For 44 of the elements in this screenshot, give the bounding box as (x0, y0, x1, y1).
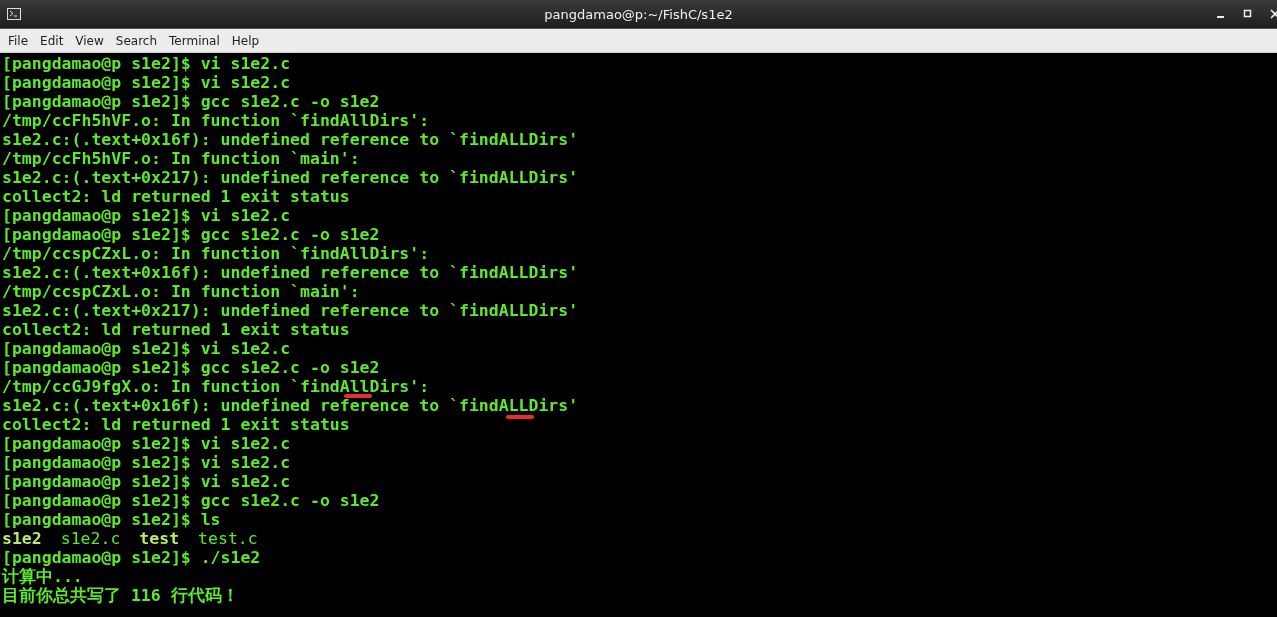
file-name: s1e2.c (60, 529, 121, 548)
menu-item[interactable]: View (69, 33, 110, 48)
terminal-line: 目前你总共写了 116 行代码！ (1, 586, 239, 605)
terminal-line: s1e2.c:(.text+0x16f): undefined reference to `findALLDirs' (1, 130, 579, 149)
terminal-line: [pangdamao@p s1e2]$ gcc s1e2.c -o s1e2 (1, 225, 380, 244)
terminal-line: s1e2.c:(.text+0x16f): undefined reference to `findALLDirs' (1, 263, 579, 282)
terminal-line: [pangdamao@p s1e2]$ vi s1e2.c (1, 453, 291, 472)
terminal-line: s1e2.c:(.text+0x217): undefined reference to `findALLDirs' (1, 301, 579, 320)
terminal-line: [pangdamao@p s1e2]$ ls (1, 510, 221, 529)
executable-file-name: test (139, 529, 180, 548)
terminal-icon (7, 8, 21, 20)
close-icon[interactable] (1270, 9, 1277, 19)
executable-file-name: s1e2 (2, 529, 42, 548)
terminal-line: /tmp/ccFh5hVF.o: In function `findAllDirs': (1, 111, 430, 130)
terminal-line: [pangdamao@p s1e2]$ vi s1e2.c (1, 472, 291, 491)
terminal-line: [pangdamao@p s1e2]$ vi s1e2.c (1, 206, 291, 225)
terminal-line: /tmp/ccFh5hVF.o: In function `main': (1, 149, 360, 168)
maximize-icon[interactable] (1243, 9, 1253, 19)
annotation-mark (344, 393, 372, 399)
terminal-line: collect2: ld returned 1 exit status (1, 187, 350, 206)
file-name: test.c (198, 529, 258, 548)
terminal-line: collect2: ld returned 1 exit status (1, 320, 350, 339)
window-title: pangdamao@p:~/FishC/s1e2 (544, 6, 733, 22)
terminal-line: [pangdamao@p s1e2]$ vi s1e2.c (1, 54, 291, 73)
menu-item[interactable]: Search (109, 33, 164, 48)
terminal-line: /tmp/ccspCZxL.o: In function `findAllDirs': (1, 244, 430, 263)
menu-item[interactable]: Edit (34, 33, 70, 48)
menu-item[interactable]: Help (225, 33, 266, 48)
terminal-line: /tmp/ccGJ9fgX.o: In function `findAllDirs': (1, 377, 430, 396)
annotation-mark (506, 414, 534, 420)
menu-item[interactable]: File (2, 33, 35, 48)
terminal-line: [pangdamao@p s1e2]$ gcc s1e2.c -o s1e2 (1, 92, 380, 111)
terminal-line: [pangdamao@p s1e2]$ gcc s1e2.c -o s1e2 (1, 358, 380, 377)
terminal-line: collect2: ld returned 1 exit status (1, 415, 350, 434)
terminal-line: s1e2.c:(.text+0x16f): undefined reference to `findALLDirs' (1, 396, 579, 415)
terminal-line: [pangdamao@p s1e2]$ vi s1e2.c (1, 73, 291, 92)
terminal-line: [pangdamao@p s1e2]$ vi s1e2.c (1, 339, 291, 358)
terminal-line: [pangdamao@p s1e2]$ gcc s1e2.c -o s1e2 (1, 491, 380, 510)
terminal-line: 计算中... (0, 567, 83, 586)
menu-item[interactable]: Terminal (163, 33, 226, 48)
terminal-line: /tmp/ccspCZxL.o: In function `main': (1, 282, 360, 301)
terminal-line: [pangdamao@p s1e2]$ vi s1e2.c (1, 434, 291, 453)
terminal-line: s1e2.c:(.text+0x217): undefined reference to `findALLDirs' (1, 168, 579, 187)
terminal-line: [pangdamao@p s1e2]$ ./s1e2 (2, 548, 261, 567)
